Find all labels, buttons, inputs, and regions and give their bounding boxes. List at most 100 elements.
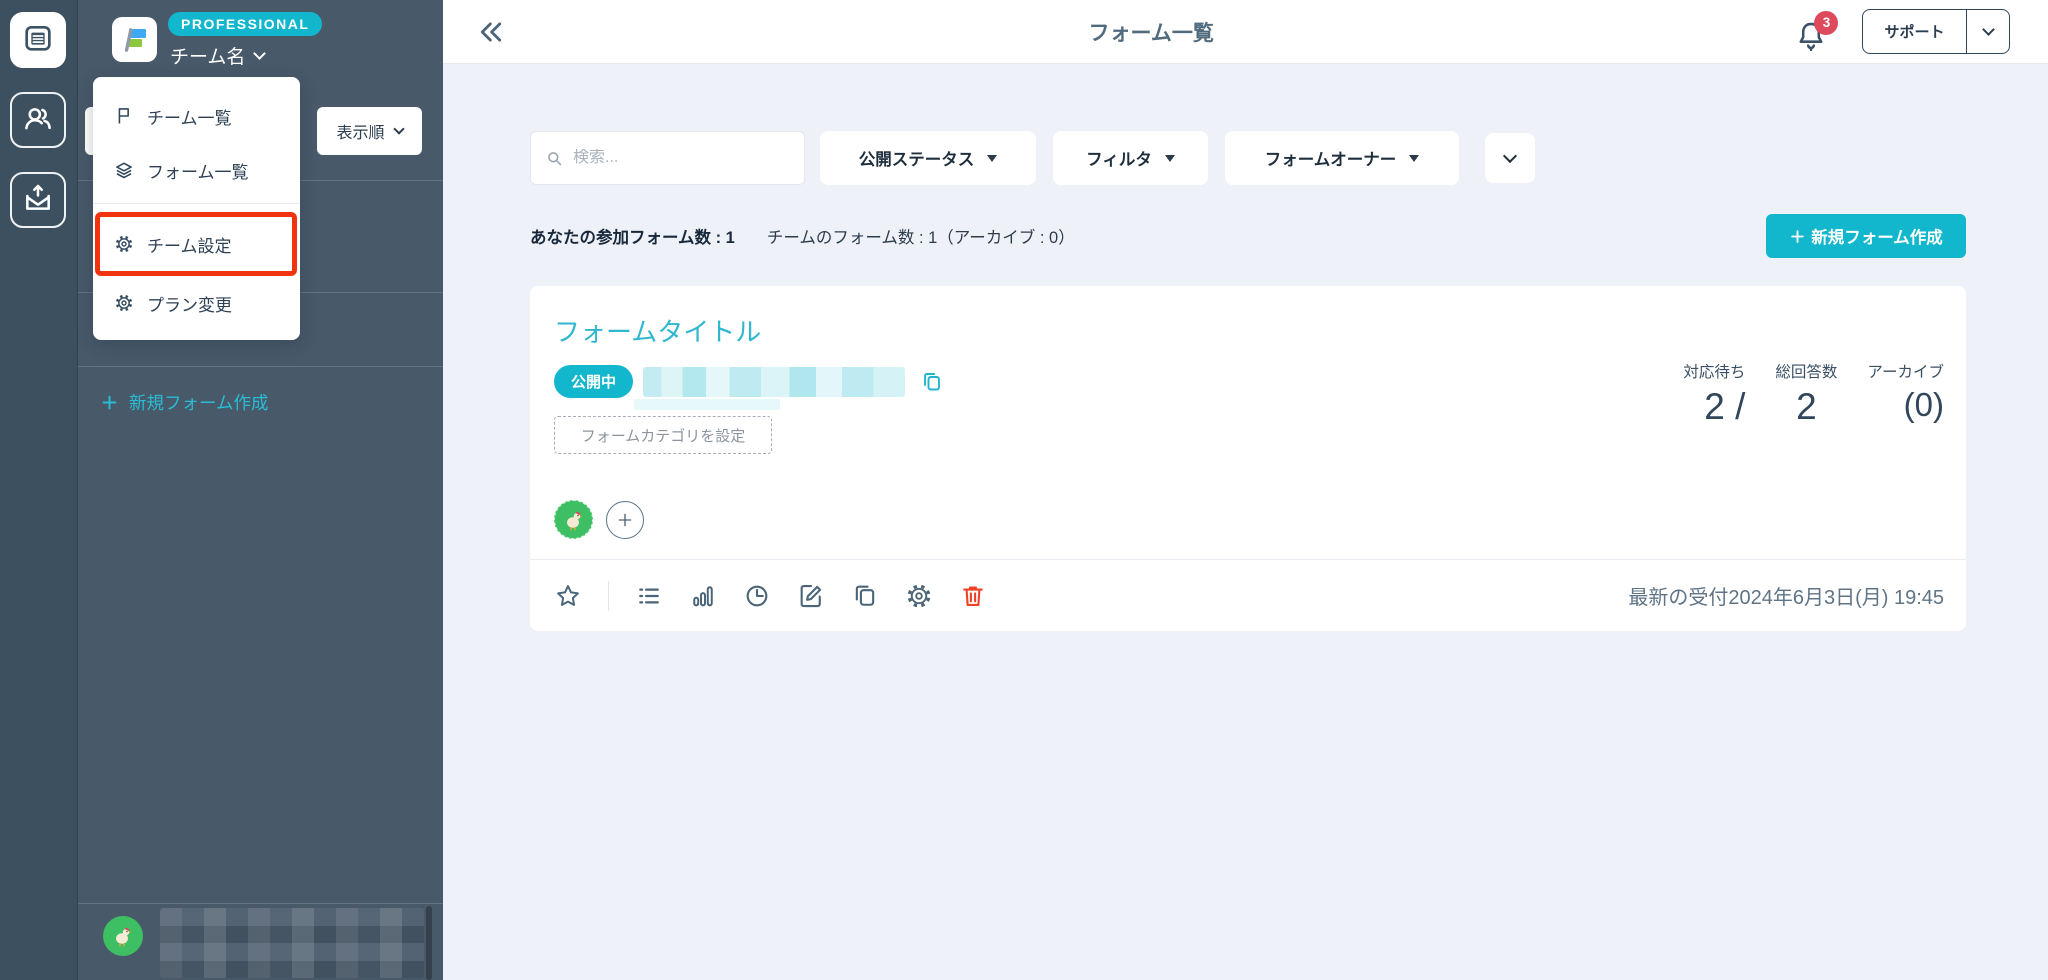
stat-waiting: 対応待ち 2 /: [1683, 360, 1745, 428]
more-filters-button[interactable]: [1485, 133, 1535, 183]
latest-submission-date: 最新の受付2024年6月3日(月) 19:45: [1628, 560, 1944, 631]
sidebar-divider: [78, 366, 443, 367]
clock-icon[interactable]: [743, 582, 771, 610]
create-form-button[interactable]: 新規フォーム作成: [1766, 214, 1966, 258]
status-badge: 公開中: [554, 365, 633, 398]
trash-icon[interactable]: [959, 582, 987, 610]
form-owner-filter[interactable]: フォームオーナー: [1225, 131, 1459, 185]
stat-label: 対応待ち: [1683, 360, 1745, 382]
form-card: フォームタイトル 公開中 フォームカテゴリを設定: [530, 286, 1966, 631]
plus-icon: [100, 393, 119, 412]
rail-submissions-button[interactable]: [10, 172, 66, 228]
publish-status-filter[interactable]: 公開ステータス: [820, 131, 1036, 185]
search-icon: [545, 149, 564, 168]
set-category-button[interactable]: フォームカテゴリを設定: [554, 416, 772, 454]
user-avatar[interactable]: [103, 916, 143, 956]
flag-logo-icon: [120, 25, 150, 55]
search-input[interactable]: [573, 149, 790, 167]
stat-archive: アーカイブ (0): [1867, 360, 1944, 428]
star-icon[interactable]: [554, 582, 582, 610]
flag-icon: [114, 106, 134, 126]
duplicate-icon[interactable]: [851, 582, 879, 610]
notifications-button[interactable]: 3: [1794, 11, 1832, 53]
caret-down-icon: [987, 155, 997, 162]
gear-icon: [114, 293, 134, 313]
menu-item-label: チーム設定: [147, 232, 232, 257]
menu-item-label: フォーム一覧: [147, 158, 249, 183]
double-chevron-left-icon: [476, 17, 506, 47]
chevron-down-icon: [1982, 23, 1995, 36]
gear-icon[interactable]: [905, 582, 933, 610]
card-toolbar: [554, 560, 987, 631]
team-dropdown-menu: チーム一覧 フォーム一覧 チーム設定 プラン変更: [93, 77, 300, 340]
chicken-avatar-icon: [562, 508, 586, 532]
member-row: [554, 500, 1966, 539]
rail-members-button[interactable]: [10, 92, 66, 148]
create-form-label: 新規フォーム作成: [1811, 224, 1943, 248]
plus-icon: [1789, 228, 1806, 245]
inbox-upload-icon: [22, 182, 54, 219]
copy-url-button[interactable]: [920, 370, 944, 394]
sort-order-label: 表示順: [336, 119, 384, 143]
support-split-button: サポート: [1862, 9, 2010, 54]
support-button[interactable]: サポート: [1863, 10, 1965, 53]
team-name-menu-trigger[interactable]: チーム名: [170, 42, 264, 69]
content-area: 公開ステータス フィルタ フォームオーナー あなたの参加フォーム数 : 1 チー…: [443, 64, 2048, 980]
bar-chart-icon[interactable]: [689, 582, 717, 610]
forms-icon: [22, 22, 54, 59]
sidebar-new-form-link[interactable]: 新規フォーム作成: [100, 390, 268, 415]
caret-down-icon: [1165, 155, 1175, 162]
menu-divider: [93, 203, 300, 204]
form-title-link[interactable]: フォームタイトル: [530, 286, 785, 349]
plus-icon: [616, 511, 634, 529]
chevron-down-icon: [254, 47, 267, 60]
notification-count-badge: 3: [1814, 11, 1838, 35]
caret-down-icon: [1409, 155, 1419, 162]
page-title: フォーム一覧: [508, 17, 1794, 47]
collapse-sidebar-button[interactable]: [476, 16, 508, 48]
menu-item-label: チーム一覧: [147, 104, 232, 129]
copy-icon: [920, 370, 944, 394]
main-area: フォーム一覧 3 サポート 公開ステータス: [443, 0, 2048, 980]
formrun-logo[interactable]: [112, 17, 157, 62]
rail-forms-button[interactable]: [10, 12, 66, 68]
support-menu-button[interactable]: [1967, 10, 2009, 53]
app-window: PROFESSIONAL チーム名 表示順 新規フォーム作成: [0, 0, 2048, 980]
sidebar-divider: [78, 903, 443, 904]
members-icon: [22, 102, 54, 139]
edit-icon[interactable]: [797, 582, 825, 610]
stat-value: (0): [1904, 387, 1944, 423]
icon-rail: [0, 0, 78, 980]
layers-icon: [114, 160, 134, 180]
filter-label: フィルタ: [1086, 146, 1152, 170]
member-avatar[interactable]: [554, 500, 593, 539]
sort-order-button[interactable]: 表示順: [317, 107, 422, 155]
chevron-down-icon: [393, 123, 404, 134]
toolbar-divider: [608, 581, 609, 611]
filter-dropdown[interactable]: フィルタ: [1053, 131, 1208, 185]
add-member-button[interactable]: [606, 501, 644, 539]
menu-item-team-list[interactable]: チーム一覧: [93, 89, 300, 143]
sidebar-scrollbar[interactable]: [426, 906, 432, 980]
stat-label: アーカイブ: [1867, 360, 1944, 382]
participating-forms-count: あなたの参加フォーム数 : 1: [530, 224, 735, 248]
topbar: フォーム一覧 3 サポート: [443, 0, 2048, 64]
filter-row: 公開ステータス フィルタ フォームオーナー: [530, 131, 1966, 185]
stat-label: 総回答数: [1775, 360, 1837, 382]
list-icon[interactable]: [635, 582, 663, 610]
summary-row: あなたの参加フォーム数 : 1 チームのフォーム数 : 1（アーカイブ : 0）…: [530, 214, 1966, 258]
form-stats: 対応待ち 2 / 総回答数 2 アーカイブ (0): [1683, 360, 1944, 428]
team-name-label: チーム名: [170, 42, 245, 69]
chicken-avatar-icon: [111, 924, 135, 948]
chevron-down-icon: [1503, 148, 1517, 162]
search-box: [530, 131, 805, 185]
menu-item-team-settings[interactable]: チーム設定: [95, 212, 297, 276]
plan-badge: PROFESSIONAL: [168, 12, 322, 36]
stat-total-responses: 総回答数 2: [1775, 360, 1837, 428]
menu-item-form-list[interactable]: フォーム一覧: [93, 143, 300, 197]
menu-item-change-plan[interactable]: プラン変更: [93, 276, 300, 330]
team-forms-count: チームのフォーム数 : 1（アーカイブ : 0）: [767, 224, 1075, 248]
stat-value: 2: [1796, 387, 1817, 428]
redacted-form-url: [643, 367, 905, 397]
gear-icon: [114, 234, 134, 254]
